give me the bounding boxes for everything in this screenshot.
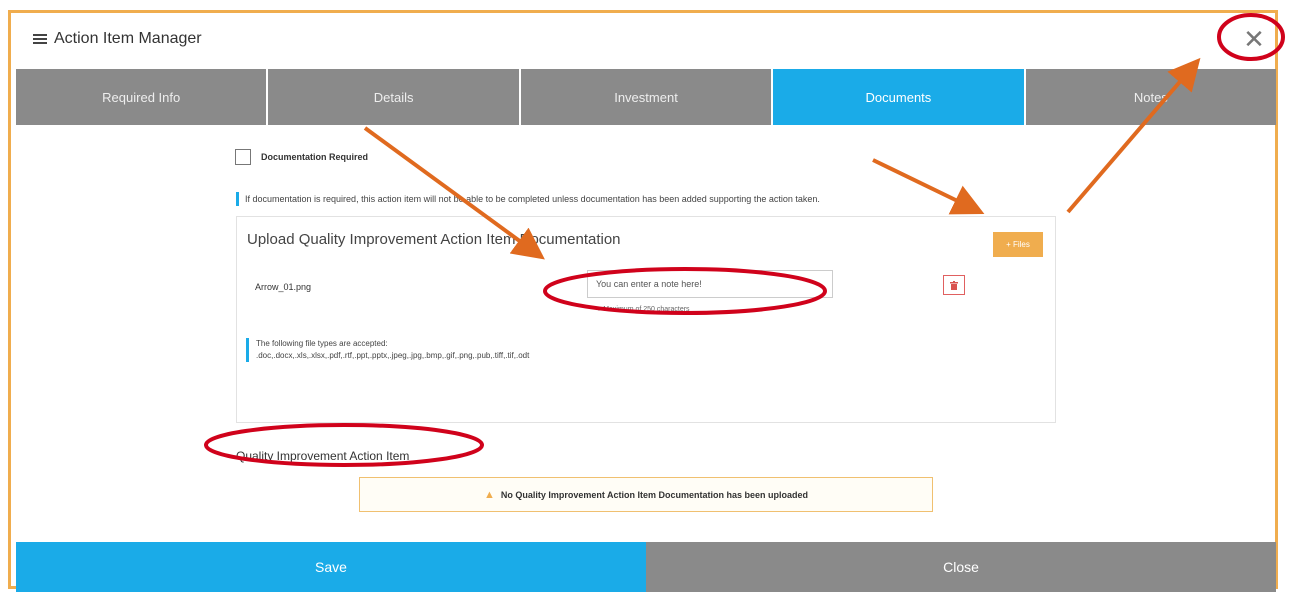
- file-note-input[interactable]: [587, 270, 833, 298]
- max-characters-text: Maximum of 250 characters: [603, 306, 690, 313]
- list-icon: [33, 34, 47, 46]
- add-files-button[interactable]: + Files: [993, 232, 1043, 257]
- tab-bar: Required Info Details Investment Documen…: [16, 69, 1277, 125]
- section-title: Quality Improvement Action Item: [236, 449, 410, 463]
- documentation-required-row: Documentation Required: [235, 149, 368, 165]
- save-button[interactable]: Save: [16, 542, 646, 592]
- trash-icon: [950, 280, 958, 290]
- documentation-info-text: If documentation is required, this actio…: [236, 192, 820, 206]
- tab-details[interactable]: Details: [268, 69, 521, 125]
- tab-investment[interactable]: Investment: [520, 69, 774, 125]
- filetypes-list: .doc,.docx,.xls,.xlsx,.pdf,.rtf,.ppt,.pp…: [256, 351, 530, 360]
- upload-title: Upload Quality Improvement Action Item D…: [247, 231, 621, 248]
- info-icon: ●: [597, 306, 602, 313]
- action-item-manager-modal: Action Item Manager ✕ Required Info Deta…: [8, 10, 1278, 592]
- upload-panel: Upload Quality Improvement Action Item D…: [236, 216, 1056, 423]
- accepted-filetypes: The following file types are accepted: .…: [246, 338, 529, 362]
- documents-panel: Documentation Required If documentation …: [11, 125, 1275, 545]
- titlebar: Action Item Manager ✕: [11, 13, 1275, 67]
- tab-required-info[interactable]: Required Info: [16, 69, 269, 125]
- documentation-required-label: Documentation Required: [261, 152, 369, 162]
- no-documents-warning: ▲ No Quality Improvement Action Item Doc…: [359, 477, 933, 512]
- documentation-required-checkbox[interactable]: [235, 149, 251, 165]
- warning-text: No Quality Improvement Action Item Docum…: [500, 489, 809, 500]
- window-title: Action Item Manager: [54, 30, 202, 47]
- footer-actions: Save Close: [16, 542, 1276, 592]
- max-characters-hint: ● Maximum of 250 characters: [597, 306, 690, 313]
- filetypes-heading: The following file types are accepted:: [256, 339, 388, 348]
- close-icon[interactable]: ✕: [1241, 27, 1267, 53]
- delete-file-button[interactable]: [943, 275, 965, 295]
- file-name: Arrow_01.png: [255, 282, 312, 292]
- close-button[interactable]: Close: [646, 542, 1276, 592]
- tab-notes[interactable]: Notes: [1025, 69, 1277, 125]
- tab-documents[interactable]: Documents: [773, 69, 1026, 125]
- warning-icon: ▲: [483, 488, 495, 501]
